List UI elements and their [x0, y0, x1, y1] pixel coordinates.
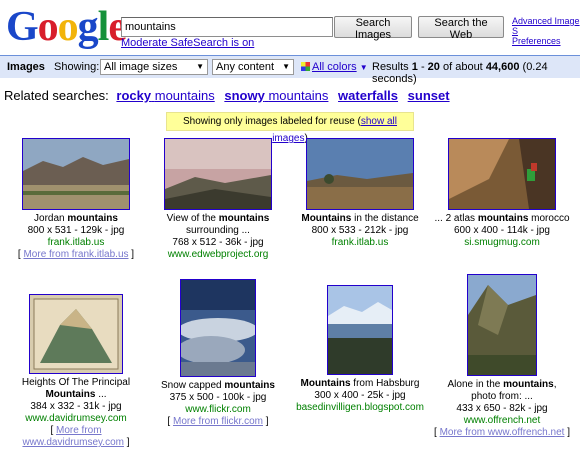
- result-dims: 433 x 650 - 82k - jpg: [456, 403, 548, 414]
- related-link[interactable]: rocky mountains: [116, 88, 214, 103]
- results-count: Results 1 - 20 of about 44,600 (0.24 sec…: [372, 61, 580, 85]
- result-item: Alone in the mountains, photo from: ... …: [434, 274, 570, 439]
- result-item: Jordan mountains 800 x 531 - 129k - jpg …: [8, 138, 144, 261]
- result-url: basedinvilligen.blogspot.com: [296, 402, 424, 413]
- image-size-select[interactable]: All image sizes ▼: [100, 59, 208, 75]
- chevron-down-icon: ▼: [282, 62, 290, 71]
- thumbnail-image[interactable]: [306, 138, 414, 210]
- result-url: frank.itlab.us: [331, 237, 389, 248]
- more-from: [ More from flickr.com ]: [167, 416, 269, 427]
- google-logo[interactable]: Google: [6, 4, 127, 50]
- result-title: Jordan mountains: [34, 213, 118, 224]
- logo-letter: g: [77, 4, 99, 50]
- notice-text: Showing only images labeled for reuse (: [182, 116, 361, 127]
- thumbnail-image[interactable]: [467, 274, 537, 376]
- more-from-link[interactable]: More from www.offrench.net: [440, 427, 565, 438]
- results-to: 20: [427, 61, 440, 73]
- advanced-image-search-link[interactable]: Advanced Image S: [512, 16, 580, 36]
- thumbnail-image[interactable]: [327, 285, 393, 375]
- logo-letter: G: [6, 4, 39, 50]
- result-dims: 384 x 332 - 31k - jpg: [30, 401, 122, 412]
- safesearch-status: Moderate SafeSearch is on: [121, 37, 254, 49]
- result-url: si.smugmug.com: [464, 237, 540, 248]
- related-label: Related searches:: [4, 88, 109, 103]
- more-from-link[interactable]: More from www.davidrumsey.com: [22, 425, 124, 448]
- result-title: Heights Of The Principal Mountains ...: [21, 377, 131, 400]
- result-url: www.offrench.net: [463, 415, 541, 426]
- results-total: 44,600: [485, 61, 520, 73]
- result-url: www.edwebproject.org: [167, 249, 269, 260]
- image-size-value: All image sizes: [104, 61, 178, 73]
- chevron-down-icon: ▼: [359, 63, 368, 72]
- related-searches: Related searches: rocky mountains snowy …: [4, 88, 456, 103]
- logo-letter: o: [37, 4, 59, 50]
- result-item: ... 2 atlas mountains morocco 600 x 400 …: [434, 138, 570, 249]
- results-prefix: Results: [372, 61, 409, 73]
- more-from-link[interactable]: More from frank.itlab.us: [23, 249, 128, 260]
- result-dims: 768 x 512 - 36k - jpg: [172, 237, 264, 248]
- reuse-notice: Showing only images labeled for reuse (s…: [166, 112, 414, 144]
- all-colors-link[interactable]: All colors: [312, 61, 357, 73]
- related-bold: snowy: [224, 88, 265, 103]
- safesearch-link[interactable]: Moderate SafeSearch is on: [121, 37, 254, 49]
- result-dims: 800 x 531 - 129k - jpg: [27, 225, 125, 236]
- search-input[interactable]: [121, 17, 333, 37]
- related-link[interactable]: snowy mountains: [224, 88, 328, 103]
- content-type-value: Any content: [216, 61, 275, 73]
- result-title: ... 2 atlas mountains morocco: [434, 213, 570, 224]
- thumbnail-image[interactable]: [180, 279, 256, 377]
- results-of: of about: [442, 61, 483, 73]
- result-title: View of the mountains surrounding ...: [166, 213, 270, 236]
- search-web-button[interactable]: Search the Web: [418, 16, 504, 41]
- related-rest: mountains: [268, 88, 329, 103]
- result-item: Mountains from Habsburg 300 x 400 - 25k …: [292, 285, 428, 414]
- results-toolbar: Images Showing: All image sizes ▼ Any con…: [0, 55, 580, 85]
- thumbnail-image[interactable]: [164, 138, 272, 210]
- thumbnail-image[interactable]: [22, 138, 130, 210]
- chevron-down-icon: ▼: [196, 62, 204, 71]
- result-url: frank.itlab.us: [47, 237, 105, 248]
- related-link[interactable]: waterfalls: [338, 88, 398, 103]
- showing-label: Showing:: [54, 61, 100, 73]
- advanced-links: Advanced Image S Preferences: [512, 16, 580, 46]
- related-bold: sunset: [407, 88, 450, 103]
- result-item: View of the mountains surrounding ... 76…: [150, 138, 286, 261]
- related-rest: mountains: [154, 88, 215, 103]
- more-from: [ More from frank.itlab.us ]: [17, 249, 135, 260]
- color-grid-icon: [301, 62, 310, 71]
- more-from-link[interactable]: More from flickr.com: [173, 416, 263, 427]
- result-url: www.davidrumsey.com: [25, 413, 127, 424]
- thumbnail-image[interactable]: [448, 138, 556, 210]
- related-bold: rocky: [116, 88, 152, 103]
- content-type-select[interactable]: Any content ▼: [212, 59, 294, 75]
- logo-letter: l: [97, 4, 110, 50]
- result-title: Mountains from Habsburg: [300, 378, 420, 389]
- section-title: Images: [7, 61, 45, 73]
- more-from: [ More from www.davidrumsey.com ]: [22, 425, 130, 448]
- results-dash: -: [420, 61, 425, 73]
- result-title: Mountains in the distance: [301, 213, 419, 224]
- result-item: Snow capped mountains 375 x 500 - 100k -…: [150, 279, 286, 428]
- thumbnail-image[interactable]: [29, 294, 123, 374]
- color-filter[interactable]: All colors ▼: [301, 61, 368, 73]
- logo-letter: o: [57, 4, 79, 50]
- result-dims: 600 x 400 - 114k - jpg: [454, 225, 550, 236]
- results-from: 1: [411, 61, 418, 73]
- related-bold: waterfalls: [338, 88, 399, 103]
- preferences-link[interactable]: Preferences: [512, 36, 561, 46]
- result-item: Mountains in the distance 800 x 533 - 21…: [292, 138, 428, 249]
- related-link[interactable]: sunset: [408, 88, 450, 103]
- result-title: Alone in the mountains, photo from: ...: [447, 379, 557, 402]
- result-title: Snow capped mountains: [161, 380, 275, 391]
- more-from: [ More from www.offrench.net ]: [434, 427, 570, 438]
- search-images-button[interactable]: Search Images: [334, 16, 412, 41]
- result-dims: 300 x 400 - 25k - jpg: [314, 390, 406, 401]
- result-dims: 800 x 533 - 212k - jpg: [311, 225, 409, 236]
- result-item: Heights Of The Principal Mountains ... 3…: [8, 294, 144, 449]
- result-url: www.flickr.com: [185, 404, 251, 415]
- result-dims: 375 x 500 - 100k - jpg: [169, 392, 267, 403]
